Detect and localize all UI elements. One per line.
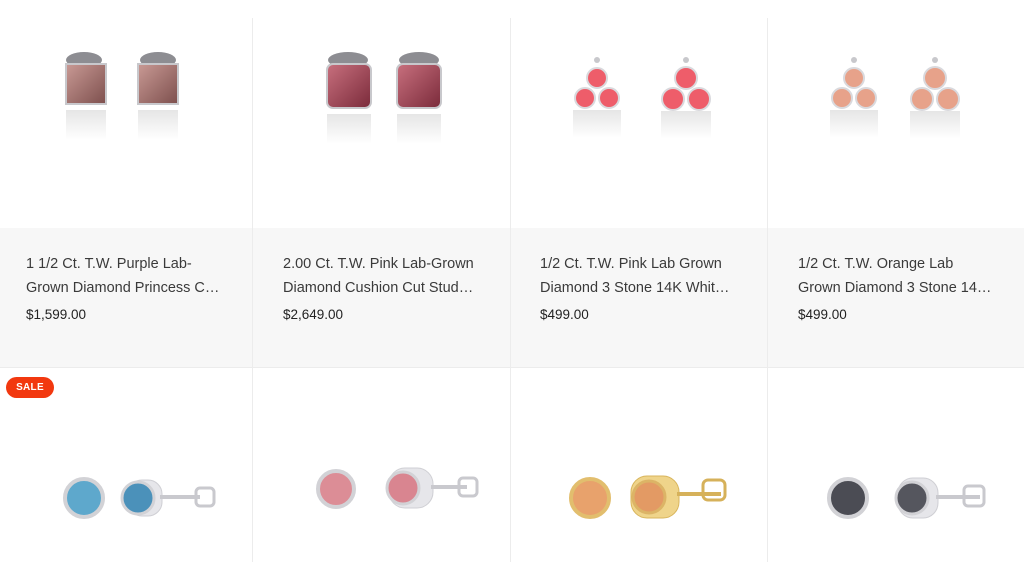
product-card[interactable] — [253, 368, 510, 562]
product-image[interactable] — [511, 368, 767, 562]
earring-image-three-stone — [573, 57, 711, 139]
earring-image-bezel — [569, 475, 727, 519]
divider — [510, 18, 511, 562]
earring-image-three-stone — [830, 57, 960, 139]
product-info: 1 1/2 Ct. T.W. Purple Lab-Grown Diamond … — [0, 228, 252, 367]
product-image[interactable] — [253, 368, 510, 562]
product-price: $499.00 — [798, 307, 847, 322]
product-grid: 1 1/2 Ct. T.W. Purple Lab-Grown Diamond … — [0, 0, 1024, 562]
divider — [252, 18, 253, 562]
product-price: $499.00 — [540, 307, 589, 322]
product-card[interactable]: 1/2 Ct. T.W. Pink Lab Grown Diamond 3 St… — [511, 18, 767, 367]
product-price: $2,649.00 — [283, 307, 344, 322]
product-card[interactable] — [768, 368, 1024, 562]
earring-image-cushion — [326, 52, 442, 144]
divider — [0, 367, 1024, 368]
product-title[interactable]: 1/2 Ct. T.W. Orange Lab Grown Diamond 3 … — [798, 252, 998, 300]
product-image[interactable] — [768, 18, 1024, 228]
earring-image-princess — [65, 52, 179, 140]
earring-image-bezel — [827, 477, 986, 519]
product-card[interactable] — [511, 368, 767, 562]
product-image[interactable] — [768, 368, 1024, 562]
product-title[interactable]: 2.00 Ct. T.W. Pink Lab-Grown Diamond Cus… — [283, 252, 484, 300]
product-image[interactable] — [253, 18, 510, 228]
product-image[interactable] — [0, 18, 252, 228]
sale-badge: SALE — [6, 377, 54, 398]
product-card[interactable]: 2.00 Ct. T.W. Pink Lab-Grown Diamond Cus… — [253, 18, 510, 367]
product-card[interactable]: 1 1/2 Ct. T.W. Purple Lab-Grown Diamond … — [0, 18, 252, 367]
product-price: $1,599.00 — [26, 307, 87, 322]
product-title[interactable]: 1/2 Ct. T.W. Pink Lab Grown Diamond 3 St… — [540, 252, 741, 300]
product-card[interactable]: 1/2 Ct. T.W. Orange Lab Grown Diamond 3 … — [768, 18, 1024, 367]
product-image[interactable] — [511, 18, 767, 228]
product-title[interactable]: 1 1/2 Ct. T.W. Purple Lab-Grown Diamond … — [26, 252, 226, 300]
divider — [767, 18, 768, 562]
earring-image-bezel — [316, 467, 479, 509]
product-info: 2.00 Ct. T.W. Pink Lab-Grown Diamond Cus… — [253, 228, 510, 367]
product-info: 1/2 Ct. T.W. Orange Lab Grown Diamond 3 … — [768, 228, 1024, 367]
product-info: 1/2 Ct. T.W. Pink Lab Grown Diamond 3 St… — [511, 228, 767, 367]
